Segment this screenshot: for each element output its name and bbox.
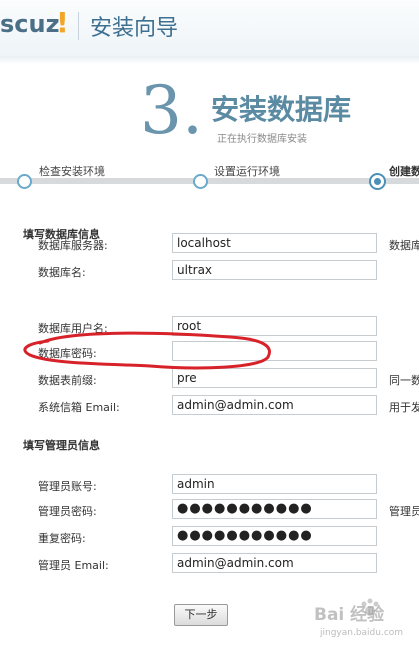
db-user-label: 数据库用户名: [38,322,108,335]
db-name-label: 数据库名: [38,266,86,279]
db-host-label: 数据库服务器: [38,239,108,252]
discuz-logo: scuz [0,10,60,38]
progress-node-step-1 [17,174,32,189]
db-password-input[interactable] [172,341,377,361]
progress-label-step-3: 创建数 [389,165,419,178]
table-prefix-label: 数据表前缀: [38,374,97,387]
progress-label-step-2: 设置运行环境 [214,165,280,178]
header-shadow [0,56,419,64]
watermark-url: jingyan.baidu.com [320,628,404,638]
db-host-hint: 数据库 [389,239,419,252]
system-email-input[interactable]: admin@admin.com [172,395,377,415]
next-step-button[interactable]: 下一步 [174,604,228,626]
progress-node-step-2 [193,174,208,189]
admin-username-input[interactable]: admin [172,474,377,494]
progress-label-step-1: 检查安装环境 [39,165,105,178]
db-host-input[interactable]: localhost [172,233,377,253]
db-password-label: 数据库密码: [38,347,97,360]
table-prefix-hint: 同一数 [389,374,419,387]
step-subtitle: 正在执行数据库安装 [217,134,307,145]
db-user-input[interactable]: root [172,316,377,336]
admin-email-input[interactable]: admin@admin.com [172,553,377,573]
db-name-input[interactable]: ultrax [172,260,377,280]
admin-password-input[interactable]: ●●●●●●●●●●● [172,499,377,519]
admin-password-label: 管理员密码: [38,505,97,518]
admin-username-label: 管理员账号: [38,480,97,493]
step-number: 3. [140,72,203,149]
system-email-label: 系统信箱 Email: [38,401,120,414]
admin-email-label: 管理员 Email: [38,559,109,572]
progress-node-step-3-current [369,173,386,190]
repeat-password-label: 重复密码: [38,532,86,545]
header-divider [78,12,79,40]
discuz-logo-exclamation: ! [56,6,69,39]
baidu-watermark: Bai 经验 jingyan.baidu.com [300,596,419,649]
system-email-hint: 用于发 [389,401,419,414]
step-title: 安装数据库 [211,93,352,126]
wizard-title: 安装向导 [90,16,179,41]
table-prefix-input[interactable]: pre [172,368,377,388]
top-header: scuz ! 安装向导 [0,0,419,57]
admin-password-hint: 管理员 [389,505,419,518]
repeat-password-input[interactable]: ●●●●●●●●●●● [172,526,377,546]
admin-section-title: 填写管理员信息 [23,439,100,452]
watermark-text: Bai 经验 [314,605,385,625]
